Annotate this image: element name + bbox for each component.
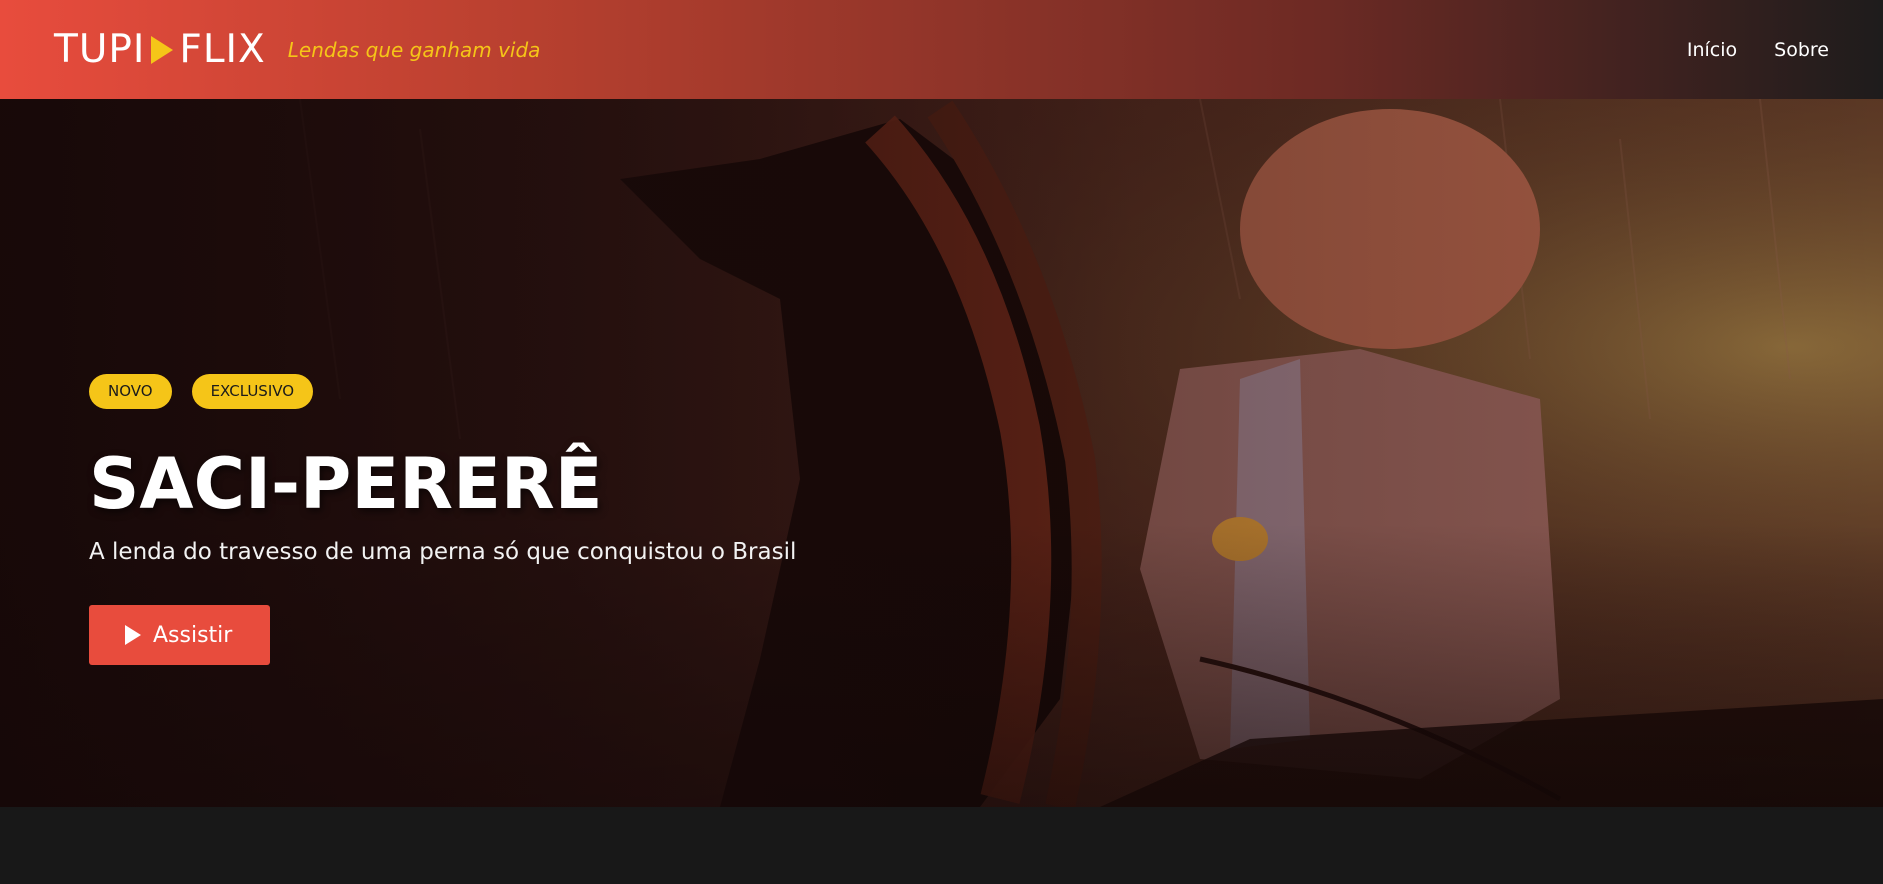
watch-button-label: Assistir (153, 622, 233, 648)
badge-new: NOVO (89, 374, 172, 409)
content-area (0, 807, 1883, 884)
hero-title: SACI-PERERÊ (89, 443, 603, 525)
hero-banner: NOVO EXCLUSIVO SACI-PERERÊ A lenda do tr… (0, 99, 1883, 807)
nav-link-inicio[interactable]: Início (1687, 39, 1737, 61)
nav-link-sobre[interactable]: Sobre (1774, 39, 1829, 61)
hero-subtitle: A lenda do travesso de uma perna só que … (89, 539, 797, 565)
badge-exclusive: EXCLUSIVO (191, 374, 314, 409)
hero-content: NOVO EXCLUSIVO SACI-PERERÊ A lenda do tr… (89, 374, 796, 665)
logo-text-right: FLIX (179, 27, 266, 72)
badge-group: NOVO EXCLUSIVO (89, 374, 796, 409)
site-logo[interactable]: TUPI FLIX (54, 27, 266, 72)
main-nav: Início Sobre (1687, 39, 1829, 61)
site-header: TUPI FLIX Lendas que ganham vida Início … (0, 0, 1883, 99)
logo-text-left: TUPI (54, 27, 146, 72)
play-triangle-icon (151, 35, 174, 64)
watch-button[interactable]: Assistir (89, 605, 271, 665)
play-icon (125, 625, 141, 645)
site-tagline: Lendas que ganham vida (287, 37, 541, 62)
